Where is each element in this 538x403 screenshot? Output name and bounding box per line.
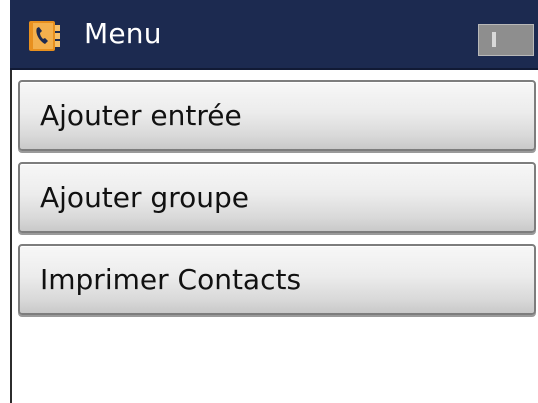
- menu-list: Ajouter entrée Ajouter groupe Imprimer C…: [18, 80, 536, 326]
- add-group-button[interactable]: Ajouter groupe: [18, 162, 536, 233]
- printer-lcd-screen: Menu Ajouter entrée Ajouter groupe Impri…: [0, 0, 538, 403]
- status-indicator-icon: [478, 24, 534, 56]
- add-entry-button[interactable]: Ajouter entrée: [18, 80, 536, 151]
- page-title: Menu: [84, 17, 162, 50]
- status-indicator-mark: [492, 32, 496, 47]
- print-contacts-button[interactable]: Imprimer Contacts: [18, 244, 536, 315]
- title-bar: Menu: [10, 0, 538, 70]
- screen-left-edge: [10, 70, 12, 403]
- contacts-book-icon: [29, 21, 60, 51]
